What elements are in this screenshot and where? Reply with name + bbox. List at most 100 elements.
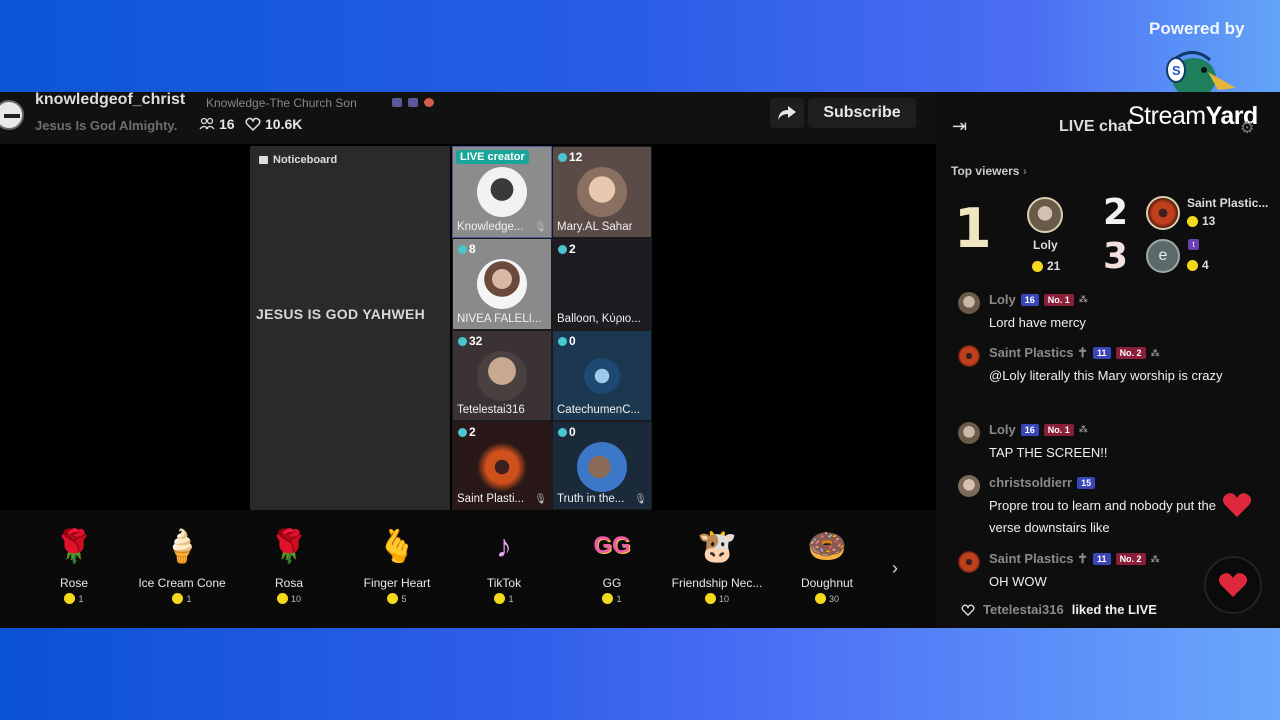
guest-tile[interactable]: 0 Truth in the... 🎙 <box>552 421 652 510</box>
collapse-chat-icon[interactable]: ⇥ <box>952 116 967 137</box>
next-gifts-chevron-icon[interactable]: › <box>892 558 898 579</box>
chat-avatar[interactable] <box>958 292 980 314</box>
top-viewer-name: Saint Plastic... <box>1187 196 1269 210</box>
channel-subtitle: Knowledge-The Church Son <box>206 96 357 110</box>
gift-name: GG <box>602 576 622 590</box>
share-icon <box>778 106 796 120</box>
guest-tile[interactable]: LIVE creator Knowledge... 🎙 <box>452 146 552 238</box>
guest-tile[interactable]: 2 Balloon, Κύριο... <box>552 238 652 330</box>
chat-text: OH WOW <box>989 574 1047 589</box>
guest-name: Knowledge... <box>457 221 524 233</box>
message-header: Saint Plastics ✝ 11 No. 2 ⁂ <box>989 551 1160 567</box>
top-viewer-avatar[interactable] <box>1146 196 1180 230</box>
chat-username[interactable]: Saint Plastics ✝ <box>989 551 1088 567</box>
rank-3-label: 3 <box>1103 236 1129 277</box>
guest-score: 0 <box>558 334 576 348</box>
host-avatar[interactable] <box>0 100 24 130</box>
share-button[interactable] <box>770 98 804 128</box>
heart-icon <box>1218 573 1248 597</box>
guest-name: CatechumenC... <box>557 404 641 416</box>
gift-name: TikTok <box>486 576 522 590</box>
coin-icon <box>1187 259 1198 271</box>
powered-by-label: Powered by <box>1149 19 1245 38</box>
guest-tile[interactable]: 8 NIVEA FALELI... <box>452 238 552 330</box>
subscriber-badge-icon: t <box>1188 239 1199 250</box>
guest-tile[interactable]: 0 CatechumenC... <box>552 330 652 421</box>
floating-heart-icon <box>1222 493 1252 517</box>
liked-text: liked the LIVE <box>1071 602 1157 617</box>
gift-rose[interactable]: 🌹 Rose 1 <box>19 526 129 604</box>
gift-price: 10 <box>662 593 772 604</box>
gift-tiktok[interactable]: ♪ TikTok 1 <box>449 526 559 604</box>
guest-tile[interactable]: 2 Saint Plasti... 🎙 <box>452 421 552 510</box>
channel-name[interactable]: knowledgeof_christ <box>35 92 185 109</box>
message-header: Loly 16 No. 1 ⁂ <box>989 292 1088 307</box>
gift-price: 1 <box>127 593 237 604</box>
top-viewer-avatar[interactable] <box>1027 197 1063 233</box>
chat-avatar[interactable] <box>958 475 980 497</box>
guest-tile[interactable]: 12 Mary.AL Sahar <box>552 146 652 238</box>
guest-grid: LIVE creator Knowledge... 🎙 12 Mary.AL S… <box>452 146 652 510</box>
coin-icon <box>172 593 184 604</box>
top-viewers-link[interactable]: Top viewers › <box>951 164 1027 178</box>
gift-name: Friendship Nec... <box>671 576 763 590</box>
level-badge: 11 <box>1093 347 1111 359</box>
chat-username[interactable]: Saint Plastics ✝ <box>989 345 1088 361</box>
level-badge: 16 <box>1020 423 1039 436</box>
gift-price: 30 <box>772 593 882 604</box>
coin-icon <box>494 593 506 604</box>
gift-name: Doughnut <box>800 576 854 590</box>
stream-description: Jesus Is God Almighty. <box>35 118 178 133</box>
chat-username[interactable]: Loly <box>989 422 1016 437</box>
guest-avatar <box>477 259 527 309</box>
chat-avatar[interactable] <box>958 422 980 444</box>
message-header: christsoldierr 15 <box>989 475 1096 490</box>
liked-event: Tetelestai316 liked the LIVE <box>961 602 1157 617</box>
like-heart-button[interactable] <box>1204 556 1262 614</box>
message-header: Saint Plastics ✝ 11 No. 2 ⁂ <box>989 345 1160 361</box>
gift-ice-cream-cone[interactable]: 🍦 Ice Cream Cone 1 <box>127 526 237 604</box>
gift-price: 10 <box>234 593 344 604</box>
guest-score: 32 <box>458 334 482 348</box>
chat-avatar[interactable] <box>958 345 980 367</box>
chat-username[interactable]: Loly <box>989 292 1016 307</box>
mic-muted-icon: 🎙 <box>634 494 647 505</box>
mic-muted-icon: 🎙 <box>534 494 547 505</box>
team-icon: ⁂ <box>1150 347 1160 358</box>
gift-rosa[interactable]: 🌹 Rosa 10 <box>234 526 344 604</box>
guest-score: 8 <box>458 242 476 256</box>
rank-1-label: 1 <box>954 197 992 260</box>
noticeboard-text: JESUS IS GOD YAHWEH <box>256 306 426 322</box>
guest-score: 2 <box>458 425 476 439</box>
noticeboard-icon <box>259 156 268 164</box>
like-count-value: 10.6K <box>265 116 303 132</box>
chat-username[interactable]: christsoldierr <box>989 475 1072 490</box>
guest-avatar <box>477 351 527 401</box>
gift-finger-heart[interactable]: 🫰 Finger Heart 5 <box>342 526 452 604</box>
rank-badge: No. 2 <box>1115 553 1146 565</box>
like-count: 10.6K <box>245 116 302 132</box>
liked-username[interactable]: Tetelestai316 <box>983 602 1064 617</box>
gift-name: Ice Cream Cone <box>138 576 226 590</box>
heart-outline-icon <box>245 117 261 131</box>
gift-price: 5 <box>342 593 452 604</box>
top-viewer-coins: 13 <box>1187 214 1215 228</box>
chat-avatar[interactable] <box>958 551 980 573</box>
chat-title: LIVE chat <box>1059 118 1132 135</box>
guest-name: Balloon, Κύριο... <box>557 313 641 325</box>
coin-icon <box>276 593 288 604</box>
viewer-count: 16 <box>199 116 235 132</box>
guest-tile[interactable]: 32 Tetelestai316 <box>452 330 552 421</box>
top-viewer-avatar[interactable]: e <box>1146 239 1180 273</box>
settings-gear-icon[interactable]: ⚙ <box>1240 118 1254 138</box>
guest-score: 12 <box>558 150 582 164</box>
coin-icon <box>64 593 76 604</box>
coin-icon <box>602 593 614 604</box>
guest-name: Truth in the... <box>557 493 625 505</box>
guest-avatar <box>577 167 627 217</box>
gift-friendship-necklace[interactable]: 🐮 Friendship Nec... 10 <box>662 526 772 604</box>
live-creator-badge: LIVE creator <box>456 150 529 164</box>
subscribe-button[interactable]: Subscribe <box>808 98 916 128</box>
gift-doughnut[interactable]: 🍩 Doughnut 30 <box>772 526 882 604</box>
gift-gg[interactable]: GG GG 1 <box>557 526 667 604</box>
